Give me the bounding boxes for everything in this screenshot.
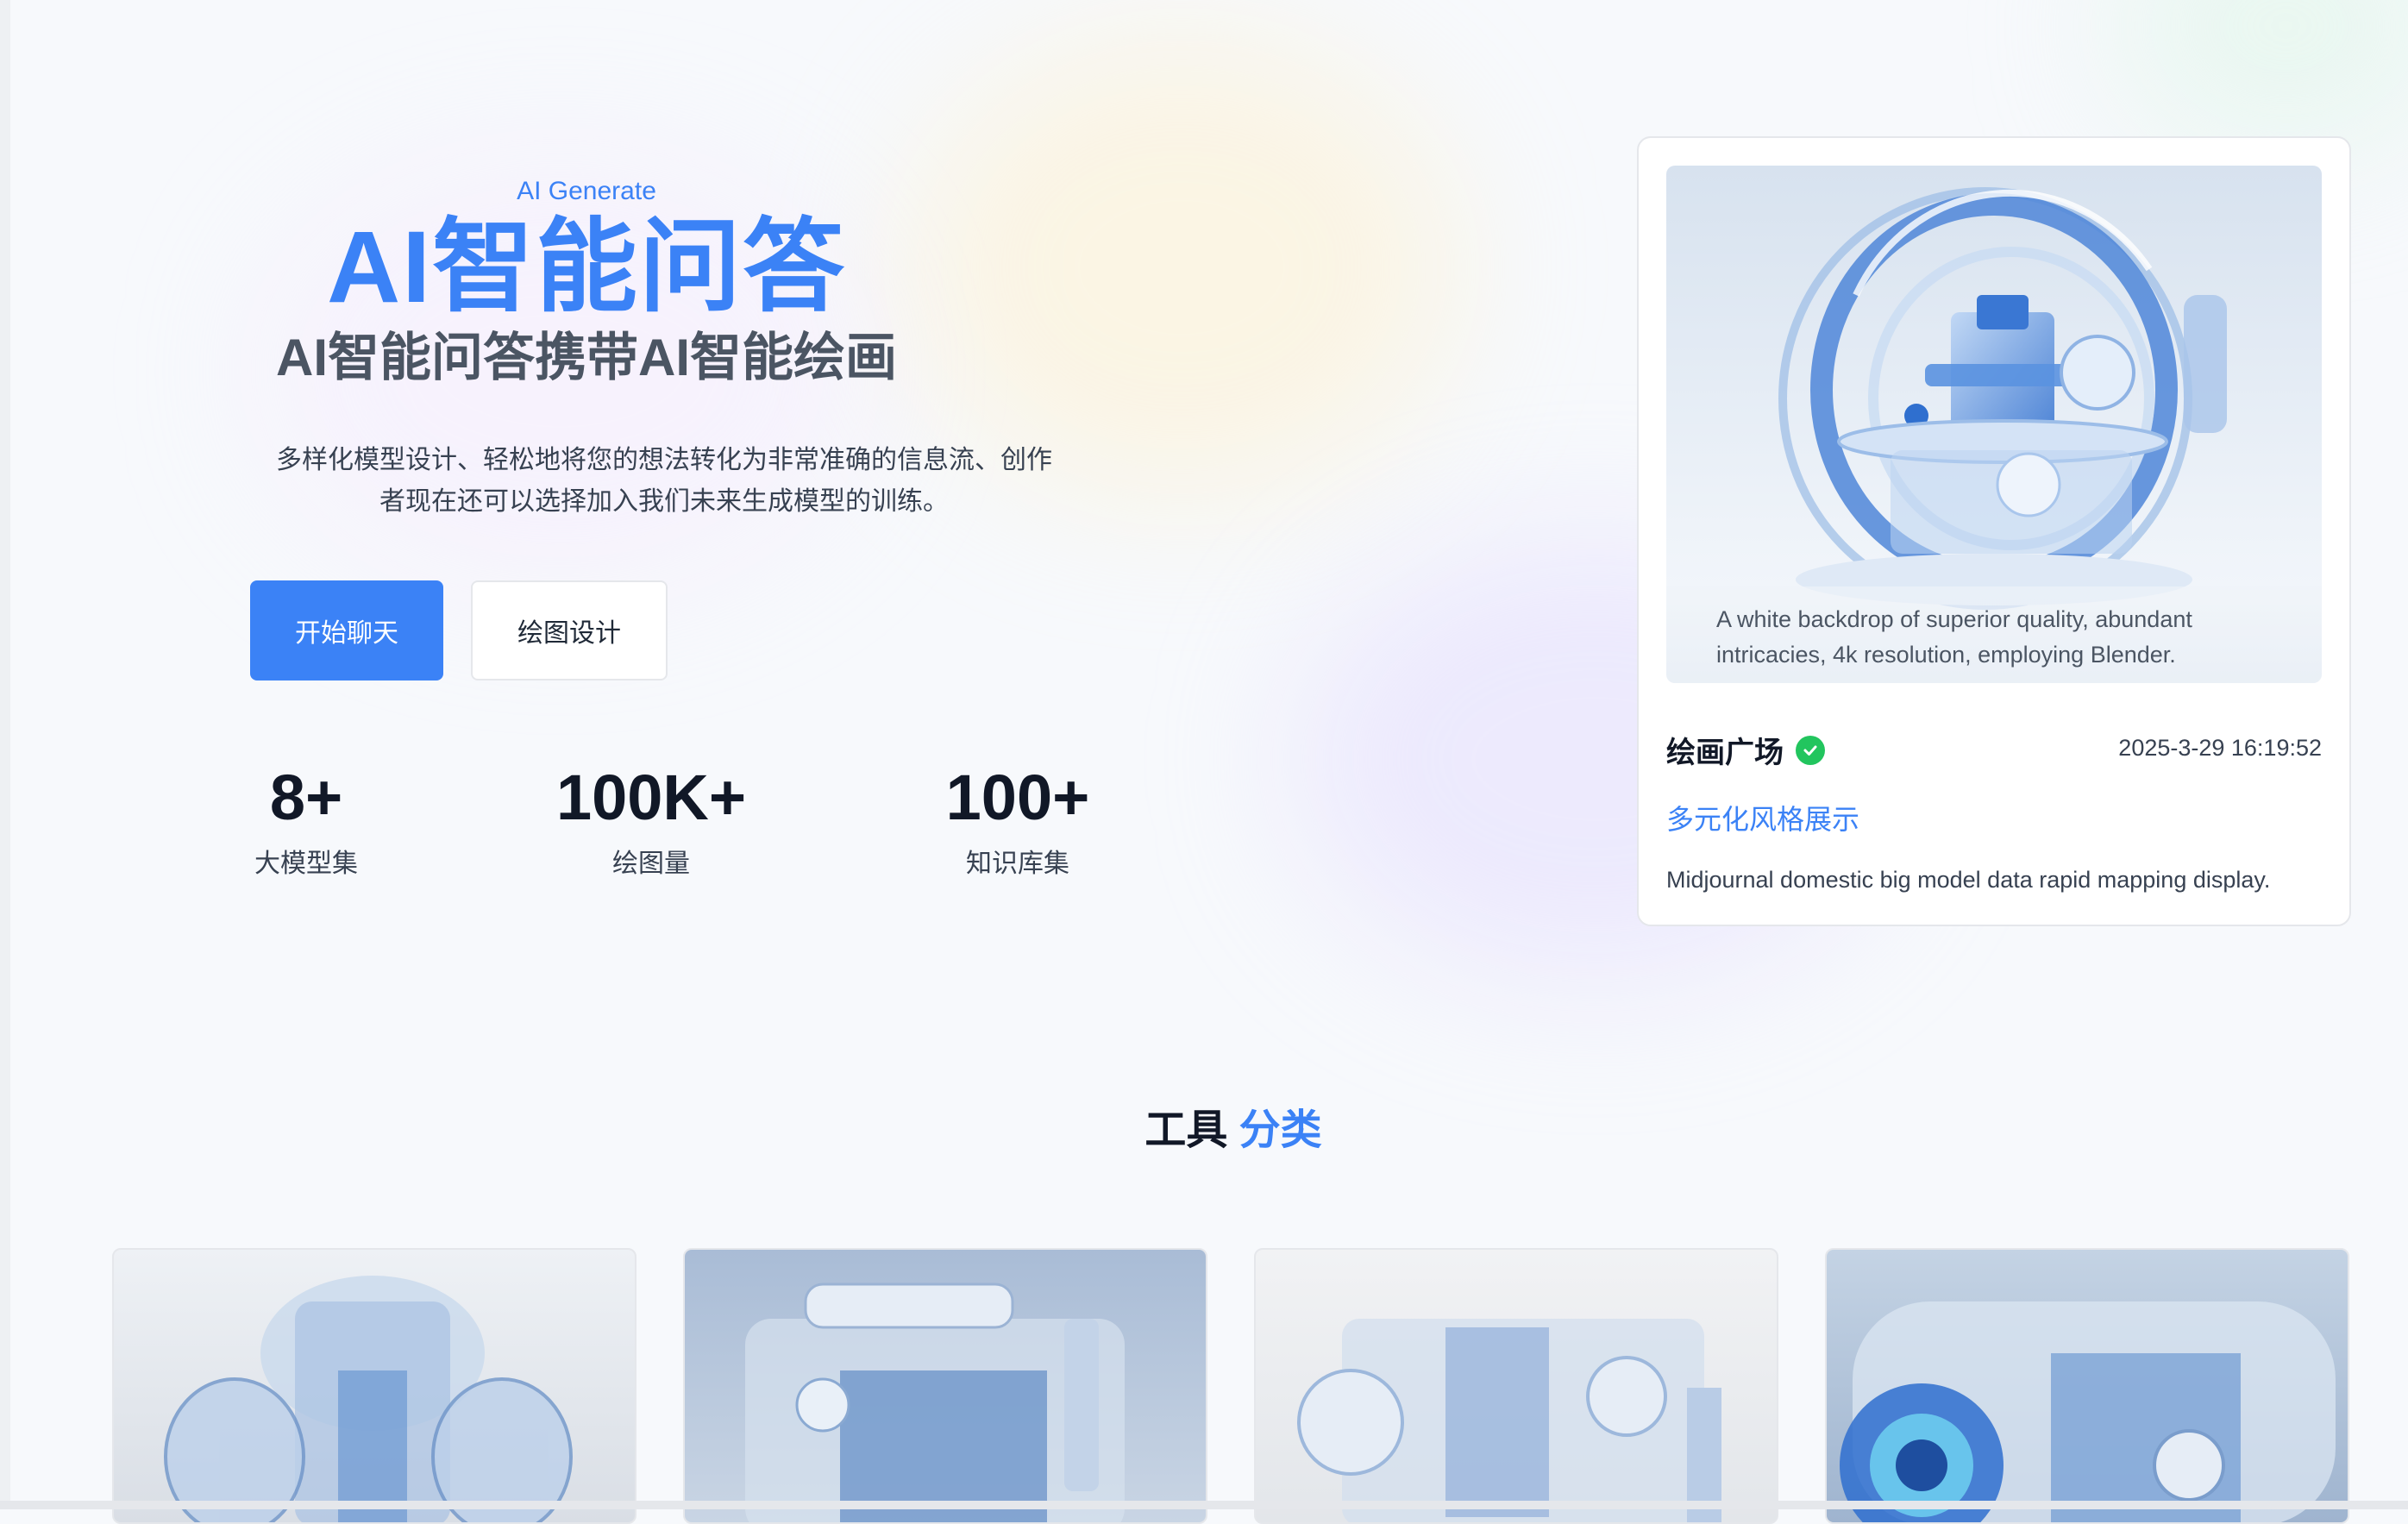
stat-label: 绘图量 — [612, 850, 690, 878]
tool-image-1 — [164, 1276, 573, 1522]
feature-image: A white backdrop of superior quality, ab… — [1666, 166, 2322, 683]
stat-value: 100K+ — [555, 762, 747, 833]
card-description: Midjournal domestic big model data rapid… — [1666, 867, 2271, 893]
card-title-row: 绘画广场 — [1666, 729, 1825, 771]
tool-image-2 — [745, 1283, 1125, 1522]
hero-subtitle: AI智能问答携带AI智能绘画 — [276, 329, 897, 386]
start-chat-button[interactable]: 开始聊天 — [250, 580, 443, 680]
tool-card-3[interactable] — [1254, 1248, 1778, 1524]
diverse-style-link[interactable]: 多元化风格展示 — [1666, 798, 1859, 837]
hero-title: AI智能问答 — [326, 210, 846, 324]
caption-line-1: A white backdrop of superior quality, ab… — [1716, 606, 2192, 632]
hero-description-line-1: 多样化模型设计、轻松地将您的想法转化为非常准确的信息流、创作 — [276, 446, 1052, 474]
stat-models: 8+ 大模型集 — [233, 759, 379, 880]
card-date: 2025-3-29 16:19:52 — [2118, 735, 2322, 761]
drawing-design-button[interactable]: 绘图设计 — [471, 580, 668, 680]
tool-image-4 — [1840, 1301, 2336, 1522]
hero-description: 多样化模型设计、轻松地将您的想法转化为非常准确的信息流、创作 者现在还可以选择加… — [241, 440, 1087, 523]
section-title-main: 工具 — [1144, 1107, 1228, 1153]
tools-section-title: 工具 分类 — [0, 1095, 2408, 1156]
feature-caption: A white backdrop of superior quality, ab… — [1666, 586, 2322, 683]
stat-knowledge: 100+ 知识库集 — [931, 759, 1104, 880]
stat-value: 8+ — [269, 762, 343, 833]
horizontal-scrollbar[interactable] — [0, 1501, 2408, 1509]
drawing-square-card[interactable]: A white backdrop of superior quality, ab… — [1637, 136, 2351, 926]
stat-label: 大模型集 — [254, 850, 358, 878]
section-title-accent: 分类 — [1238, 1107, 1322, 1153]
hero-description-line-2: 者现在还可以选择加入我们未来生成模型的训练。 — [379, 487, 949, 516]
hero-eyebrow: AI Generate — [517, 177, 656, 205]
card-title: 绘画广场 — [1666, 737, 1784, 769]
stat-value: 100+ — [945, 762, 1090, 833]
page-left-edge — [0, 0, 10, 1509]
tool-card-2[interactable] — [683, 1248, 1207, 1524]
stat-drawings: 100K+ 绘图量 — [535, 759, 768, 880]
tool-image-3 — [1297, 1319, 1721, 1522]
tool-card-4[interactable] — [1825, 1248, 2349, 1524]
tool-card-1[interactable] — [112, 1248, 636, 1524]
stat-label: 知识库集 — [966, 850, 1069, 878]
verified-check-icon — [1796, 735, 1825, 765]
caption-line-2: intricacies, 4k resolution, employing Bl… — [1716, 642, 2176, 668]
